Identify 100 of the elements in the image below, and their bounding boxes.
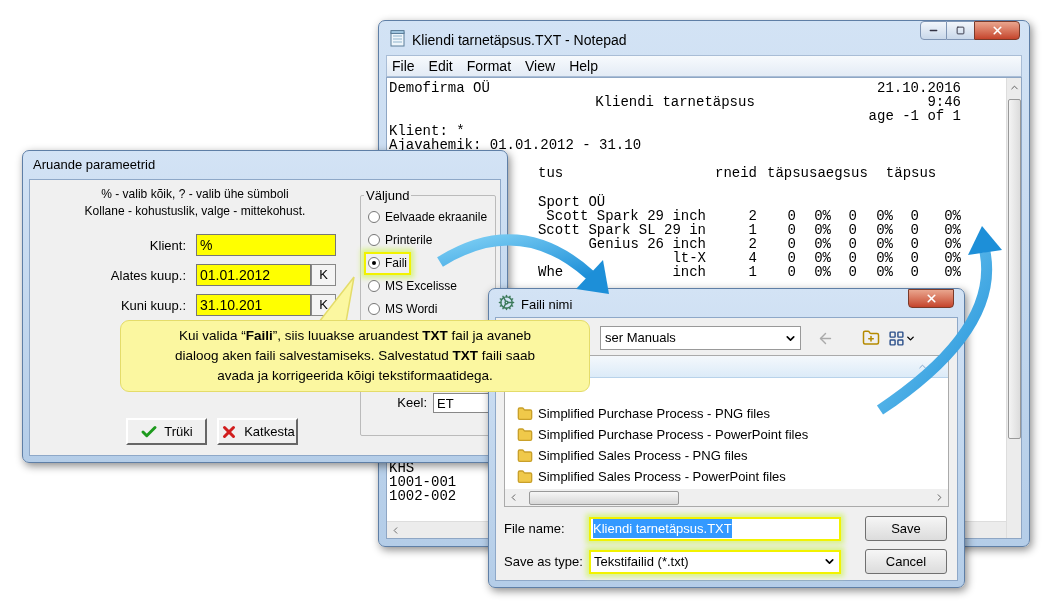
cancel-button[interactable]: Cancel [865, 549, 947, 574]
value-text: 0% [944, 207, 961, 224]
field-label: Keel: [397, 393, 427, 412]
menu-item[interactable]: View [525, 55, 556, 77]
radio-option[interactable]: Eelvaade ekraanile [364, 205, 492, 229]
column-header: rneid [715, 165, 757, 182]
menu-item[interactable]: File [392, 55, 415, 77]
folder-item[interactable]: Simplified Sales Process - PNG files [505, 445, 948, 466]
menu-item[interactable]: Help [569, 55, 598, 77]
radio-option[interactable]: Faili [364, 251, 411, 275]
file-type-dropdown[interactable]: Tekstifailid (*.txt) [589, 549, 841, 574]
cancel-button[interactable]: Katkesta [217, 418, 298, 445]
value-text: 0% [876, 250, 893, 267]
radio-button[interactable] [368, 303, 380, 315]
product-name: Scott Spark SL 29 in [537, 222, 706, 238]
report-text: age -1 of 1 [868, 108, 961, 125]
window-title: Faili nimi [521, 296, 573, 314]
value-text: 0 [910, 207, 919, 224]
date-picker-button[interactable]: K [311, 264, 336, 286]
horizontal-scrollbar[interactable] [505, 489, 948, 506]
value-text: 0 [848, 207, 857, 224]
value-text: 0% [944, 250, 961, 267]
radio-option[interactable]: MS Wordi [364, 297, 442, 321]
folder-icon [517, 426, 533, 443]
report-text: Ajavahemik: 01.01.2012 - 31.10 [389, 136, 642, 153]
report-text: Demofirma OÜ [389, 80, 490, 96]
window-title: Kliendi tarnetäpsus.TXT - Notepad [412, 31, 627, 50]
save-button[interactable]: Save [865, 516, 947, 541]
report-text: Klient: * [389, 122, 465, 139]
value-text: 0 [787, 207, 796, 224]
hint-text: Kollane - kohustuslik, valge - mittekohust. [84, 203, 306, 220]
value-text: 0% [944, 264, 961, 281]
input-field[interactable]: 01.01.2012 [196, 264, 311, 286]
value-text: 0% [876, 207, 893, 224]
product-name: lt-X [672, 251, 706, 266]
value-text: 0 [848, 264, 857, 281]
product-name: Whe [538, 265, 564, 280]
new-folder-icon[interactable] [862, 329, 880, 347]
group-name: Sport OÜ [538, 193, 606, 210]
value-text: 0% [876, 236, 893, 253]
field-label: Kuni kuup.: [120, 298, 186, 313]
value-text: 0% [814, 221, 831, 238]
value-text: 0 [910, 250, 919, 267]
folder-item[interactable]: Simplified Purchase Process - PNG files [505, 403, 948, 424]
value-text: 0% [814, 236, 831, 253]
column-header: täpsusaegsus [767, 166, 868, 181]
selected-text: Kliendi tarnetäpsus.TXT [593, 518, 732, 539]
hint-text: % - valib kõik, ? - valib ühe sümboli [101, 186, 289, 203]
column-header: täpsus [885, 166, 937, 181]
value-text: 4 [748, 250, 757, 267]
column-header: tus [538, 165, 564, 182]
gear-icon [498, 294, 515, 311]
radio-button[interactable] [368, 234, 380, 246]
field-label: File name: [504, 519, 566, 538]
menu-item[interactable]: Edit [428, 55, 453, 77]
product-name: inch [672, 265, 706, 280]
field-label: Save as type: [504, 552, 584, 571]
print-button[interactable]: Trüki [126, 418, 207, 445]
value-text: 0% [944, 221, 961, 238]
value-text: 0% [814, 264, 831, 281]
minimize-button[interactable] [920, 21, 947, 40]
value-text: 0 [787, 221, 796, 238]
scroll-thumb[interactable] [1007, 99, 1021, 439]
notepad-icon [390, 30, 405, 47]
folder-icon [517, 405, 533, 422]
close-button[interactable] [974, 21, 1020, 40]
radio-button[interactable] [368, 211, 380, 223]
close-button[interactable] [908, 289, 954, 308]
location-dropdown[interactable]: ser Manuals [600, 326, 801, 350]
value-text: 2 [748, 207, 757, 224]
value-text: 0 [787, 264, 796, 281]
grid-icon [888, 329, 905, 347]
value-text: 0% [814, 207, 831, 224]
report-text: 21.10.2016 [877, 80, 961, 96]
radio-option[interactable]: Printerile [364, 228, 437, 252]
value-text: 0% [876, 221, 893, 238]
menu-item[interactable]: Format [466, 55, 512, 77]
folder-icon [517, 468, 533, 485]
value-text: 0 [848, 221, 857, 238]
radio-button[interactable] [368, 280, 380, 292]
field-label: Alates kuup.: [110, 268, 186, 283]
value-text: 0 [910, 236, 919, 253]
value-text: 0 [848, 250, 857, 267]
folder-item[interactable]: Simplified Sales Process - PowerPoint files [505, 466, 948, 487]
window-title: Aruande parameetrid [33, 156, 156, 175]
scroll-thumb[interactable] [529, 490, 679, 505]
vertical-scrollbar[interactable] [1006, 78, 1021, 538]
report-text: 1002-002 [389, 488, 457, 504]
value-text: 0% [876, 264, 893, 281]
value-text: 2 [748, 236, 757, 253]
maximize-button[interactable] [947, 21, 974, 40]
field-label: Klient: [149, 238, 186, 253]
input-field[interactable]: 31.10.201 [196, 294, 311, 316]
view-menu-button[interactable] [888, 329, 916, 347]
radio-option[interactable]: MS Excelisse [364, 274, 462, 298]
input-field[interactable]: % [196, 234, 336, 256]
value-text: 0 [910, 221, 919, 238]
folder-item[interactable]: Simplified Purchase Process - PowerPoint files [505, 424, 948, 445]
radio-button[interactable] [368, 257, 380, 269]
report-title: Kliendi tarnetäpsus [595, 94, 755, 111]
